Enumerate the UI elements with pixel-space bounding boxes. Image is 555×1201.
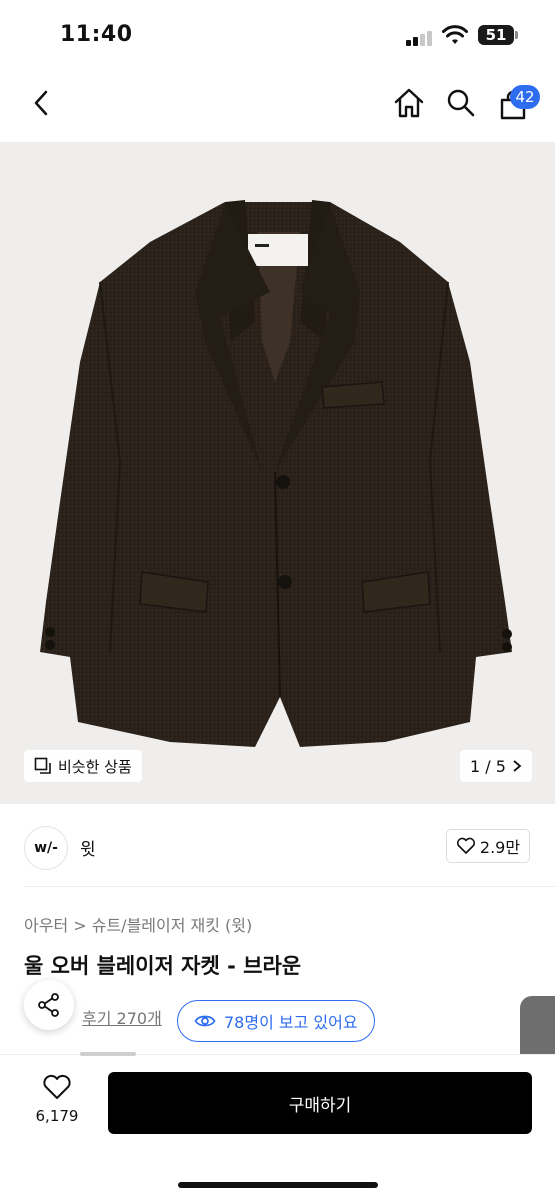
back-button[interactable]: [24, 86, 58, 120]
viewing-now-badge[interactable]: 78명이 보고 있어요: [177, 1000, 375, 1042]
image-pager-label: 1 / 5: [470, 756, 506, 776]
back-icon: [34, 90, 48, 116]
search-button[interactable]: [444, 86, 478, 120]
battery-tip: [515, 31, 518, 39]
similar-products-label: 비슷한 상품: [58, 757, 132, 776]
brand-logo[interactable]: w/-: [24, 826, 68, 870]
heart-outline-icon: [456, 837, 475, 854]
review-link[interactable]: 후기 270개: [82, 1005, 162, 1029]
divider: [24, 886, 555, 887]
product-title: 울 오버 블레이저 자켓 - 브라운: [24, 954, 302, 978]
buy-button[interactable]: 구매하기: [108, 1072, 532, 1134]
home-indicator: [178, 1182, 378, 1188]
scroll-peek: [80, 1052, 136, 1056]
cart-count-badge: 42: [510, 85, 540, 109]
battery-indicator: 51: [478, 25, 514, 45]
similar-products-button[interactable]: 비슷한 상품: [24, 750, 142, 782]
home-button[interactable]: [392, 86, 426, 120]
chevron-right-icon: [513, 760, 522, 772]
signal-icon: [406, 30, 436, 46]
like-count-short: 2.9만: [479, 838, 521, 857]
wishlist-button[interactable]: 6,179: [30, 1074, 84, 1125]
brand-name[interactable]: 윗: [80, 835, 96, 860]
wishlist-count: 6,179: [35, 1107, 79, 1125]
status-time: 11:40: [60, 22, 133, 47]
like-button[interactable]: 2.9만: [446, 829, 530, 863]
share-button[interactable]: [24, 980, 74, 1030]
viewing-now-label: 78명이 보고 있어요: [224, 1013, 358, 1032]
eye-icon: [194, 1015, 216, 1027]
copy-icon: [34, 757, 51, 774]
home-icon: [394, 88, 424, 118]
share-icon: [38, 993, 59, 1017]
heart-icon: [43, 1074, 71, 1099]
image-pager[interactable]: 1 / 5: [460, 750, 532, 782]
jacket-illustration: [40, 200, 512, 747]
product-image[interactable]: [0, 142, 555, 804]
category-breadcrumb[interactable]: 아우터 > 슈트/블레이저 재킷 (윗): [24, 912, 252, 936]
wifi-icon: [442, 25, 468, 44]
search-icon: [447, 89, 475, 117]
